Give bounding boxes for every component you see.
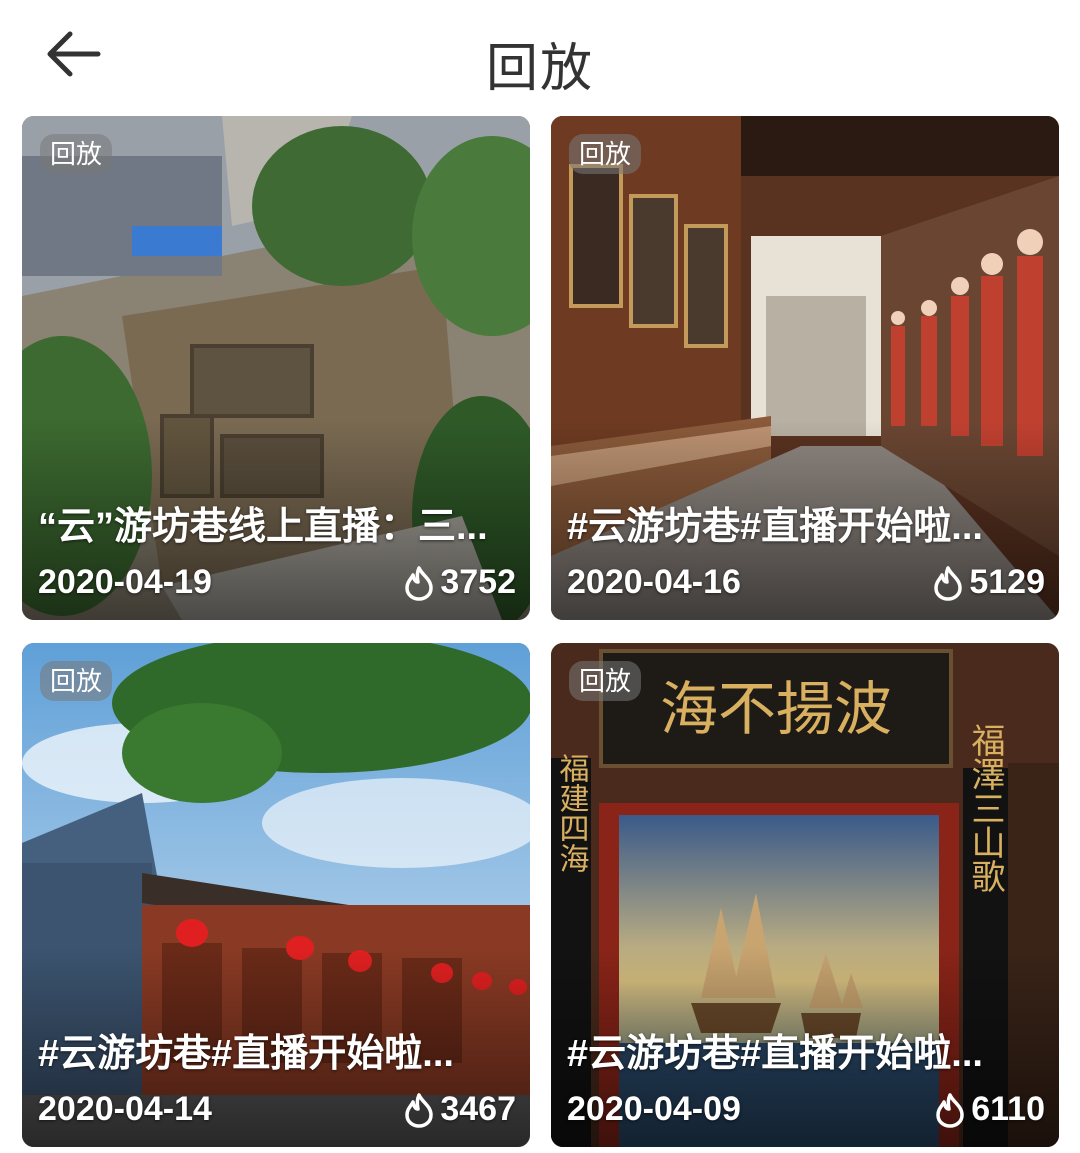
top-bar: 回放 [0,0,1080,112]
card-title: #云游坊巷#直播开始啦... [567,1033,983,1075]
card-date: 2020-04-14 [38,1090,212,1128]
view-count: 5129 [931,563,1045,602]
replay-card[interactable]: 回放 #云游坊巷#直播开始啦... 2020-04-16 5129 [551,116,1059,620]
plaque-text: 海不揚波 [660,675,892,743]
card-date: 2020-04-16 [567,563,741,601]
view-count: 3752 [402,563,516,602]
view-count: 3467 [402,1090,516,1129]
view-count: 6110 [933,1090,1045,1129]
flame-icon [405,565,434,601]
replay-badge: 回放 [40,134,113,174]
pillar-right-text: 福澤三山歌 [965,723,1005,893]
replay-card[interactable]: 回放 #云游坊巷#直播开始啦... 2020-04-14 3467 [22,643,530,1147]
flame-icon [936,1092,964,1128]
card-title: #云游坊巷#直播开始啦... [38,1033,454,1075]
flame-icon [934,565,963,601]
card-date: 2020-04-19 [38,563,212,601]
page-title: 回放 [485,40,594,98]
replay-badge: 回放 [569,134,642,174]
card-title: “云”游坊巷线上直播：三... [38,506,488,548]
replay-badge: 回放 [40,661,113,701]
pillar-left-text: 福建四海 [554,753,590,873]
flame-icon [405,1092,434,1128]
replay-card[interactable]: 海不揚波 福建四海 福澤三山歌 回放 #云游坊巷#直播开始啦... 2020-0… [551,643,1059,1147]
replay-badge: 回放 [569,661,642,701]
card-date: 2020-04-09 [567,1090,741,1128]
card-title: #云游坊巷#直播开始啦... [567,506,983,548]
replay-card[interactable]: 回放 “云”游坊巷线上直播：三... 2020-04-19 3752 [22,116,530,620]
